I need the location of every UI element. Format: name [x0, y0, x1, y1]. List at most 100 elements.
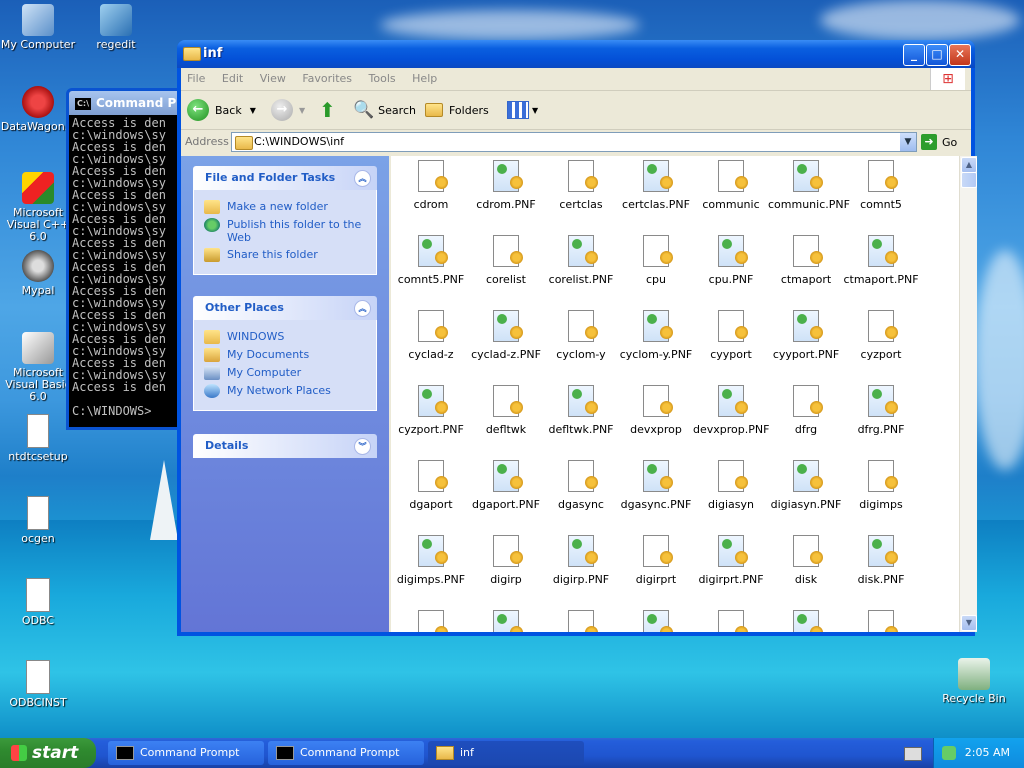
file-item[interactable]: ctmaport [768, 235, 844, 286]
file-item[interactable]: cyzport [843, 310, 919, 361]
file-item[interactable]: cyzport.PNF [393, 385, 469, 436]
go-button[interactable]: ➜ Go [921, 134, 957, 150]
scroll-down-button[interactable]: ▼ [961, 615, 977, 631]
file-item[interactable]: dgasync [543, 460, 619, 511]
back-button[interactable]: ← Back ▼ [187, 98, 256, 122]
desktop-icon-my-computer[interactable]: My Computer [0, 4, 76, 51]
file-item[interactable]: disk.PNF [843, 535, 919, 586]
command-prompt-window[interactable]: C:\ Command Pr Access is den c:\windows\sy… [66, 88, 188, 430]
desktop-icon-odbc[interactable]: ODBC [0, 578, 76, 627]
file-item[interactable]: cyyport [693, 310, 769, 361]
desktop-icon-ntdtcsetup[interactable]: ntdtcsetup [0, 414, 76, 463]
file-item[interactable] [843, 610, 919, 632]
file-item[interactable] [768, 610, 844, 632]
keyboard-icon[interactable] [904, 747, 922, 761]
file-item[interactable]: dgaport [393, 460, 469, 511]
file-item[interactable]: devxprop [618, 385, 694, 436]
place-my-computer[interactable]: My Computer [204, 366, 368, 380]
menu-help[interactable]: Help [406, 68, 444, 85]
taskbar-button-command-prompt-2[interactable]: Command Prompt [268, 741, 424, 765]
taskbar-button-command-prompt-1[interactable]: Command Prompt [108, 741, 264, 765]
vertical-scrollbar[interactable]: ▲ ▼ [959, 156, 977, 632]
task-publish-to-web[interactable]: Publish this folder to the Web [204, 218, 368, 244]
desktop-icon-ocgen[interactable]: ocgen [0, 496, 76, 545]
taskbar-button-inf[interactable]: inf [428, 741, 584, 765]
menu-edit[interactable]: Edit [216, 68, 250, 85]
file-item[interactable]: digiasyn.PNF [768, 460, 844, 511]
collapse-icon[interactable]: ︽ [354, 170, 371, 187]
tray-network-icon[interactable] [942, 746, 956, 760]
file-item[interactable] [543, 610, 619, 632]
desktop-icon-recycle-bin[interactable]: Recycle Bin [936, 658, 1012, 705]
file-item[interactable]: digirprt [618, 535, 694, 586]
details-header[interactable]: Details ︾ [193, 434, 377, 458]
file-item[interactable]: digirprt.PNF [693, 535, 769, 586]
file-item[interactable] [618, 610, 694, 632]
desktop-icon-visual-basic[interactable]: Microsoft Visual Basic 6.0 [0, 332, 76, 403]
command-prompt-output[interactable]: Access is den c:\windows\sy Access is den c… [69, 115, 185, 427]
file-item[interactable]: cyclad-z [393, 310, 469, 361]
folders-button[interactable]: Folders [425, 98, 489, 122]
file-item[interactable]: defltwk.PNF [543, 385, 619, 436]
file-item[interactable]: communic.PNF [768, 160, 850, 211]
file-item[interactable]: digiasyn [693, 460, 769, 511]
file-item[interactable]: cdrom [393, 160, 469, 211]
expand-icon[interactable]: ︾ [354, 438, 371, 455]
file-item[interactable]: cpu [618, 235, 694, 286]
place-my-network-places[interactable]: My Network Places [204, 384, 368, 398]
file-item[interactable]: corelist [468, 235, 544, 286]
collapse-icon[interactable]: ︽ [354, 300, 371, 317]
file-item[interactable]: digimps.PNF [393, 535, 469, 586]
file-item[interactable]: disk [768, 535, 844, 586]
file-item[interactable]: digimps [843, 460, 919, 511]
file-item[interactable]: ctmaport.PNF [843, 235, 919, 286]
menu-file[interactable]: File [181, 68, 212, 85]
file-item[interactable]: dfrg [768, 385, 844, 436]
address-input[interactable]: C:\WINDOWS\inf ▼ [231, 132, 917, 152]
desktop-icon-mypal[interactable]: Mypal [0, 250, 76, 297]
maximize-button[interactable]: □ [926, 44, 948, 66]
file-item[interactable]: cpu.PNF [693, 235, 769, 286]
file-item[interactable] [393, 610, 469, 632]
up-folder-button[interactable]: ⬆ [319, 98, 336, 122]
menu-view[interactable]: View [254, 68, 293, 85]
back-dropdown-icon[interactable]: ▼ [250, 106, 256, 115]
close-button[interactable]: ✕ [949, 44, 971, 66]
task-make-new-folder[interactable]: Make a new folder [204, 200, 368, 214]
file-item[interactable]: dfrg.PNF [843, 385, 919, 436]
file-item[interactable]: cyyport.PNF [768, 310, 844, 361]
explorer-window[interactable]: inf _ □ ✕ File Edit View Favorites Tools… [177, 40, 977, 636]
views-button[interactable]: ▼ [507, 98, 538, 122]
command-prompt-titlebar[interactable]: C:\ Command Pr [69, 91, 185, 115]
file-item[interactable]: cyclad-z.PNF [468, 310, 544, 361]
file-item[interactable]: corelist.PNF [543, 235, 619, 286]
file-item[interactable] [693, 610, 769, 632]
file-item[interactable]: certclas [543, 160, 619, 211]
menu-tools[interactable]: Tools [363, 68, 403, 85]
search-button[interactable]: 🔍 Search [353, 98, 416, 122]
explorer-titlebar[interactable]: inf _ □ ✕ [177, 40, 975, 68]
file-item[interactable]: digirp.PNF [543, 535, 619, 586]
menu-favorites[interactable]: Favorites [296, 68, 359, 85]
address-dropdown-icon[interactable]: ▼ [900, 133, 916, 151]
minimize-button[interactable]: _ [903, 44, 925, 66]
file-item[interactable]: cyclom-y [543, 310, 619, 361]
other-places-header[interactable]: Other Places ︽ [193, 296, 377, 320]
desktop-icon-odbcinst[interactable]: ODBCINST [0, 660, 76, 709]
place-windows[interactable]: WINDOWS [204, 330, 368, 344]
scroll-thumb[interactable] [961, 172, 977, 188]
file-item[interactable]: defltwk [468, 385, 544, 436]
place-my-documents[interactable]: My Documents [204, 348, 368, 362]
file-item[interactable]: dgasync.PNF [618, 460, 694, 511]
file-item[interactable]: digirp [468, 535, 544, 586]
file-folder-tasks-header[interactable]: File and Folder Tasks ︽ [193, 166, 377, 190]
file-item[interactable]: cdrom.PNF [468, 160, 544, 211]
file-item[interactable]: dgaport.PNF [468, 460, 544, 511]
file-item[interactable] [468, 610, 544, 632]
file-item[interactable]: cyclom-y.PNF [618, 310, 694, 361]
file-item[interactable]: certclas.PNF [618, 160, 694, 211]
forward-button[interactable]: → ▼ [271, 98, 305, 122]
desktop-icon-datawagon[interactable]: DataWagon... [0, 86, 76, 133]
task-share-folder[interactable]: Share this folder [204, 248, 368, 262]
file-item[interactable]: comnt5 [843, 160, 919, 211]
